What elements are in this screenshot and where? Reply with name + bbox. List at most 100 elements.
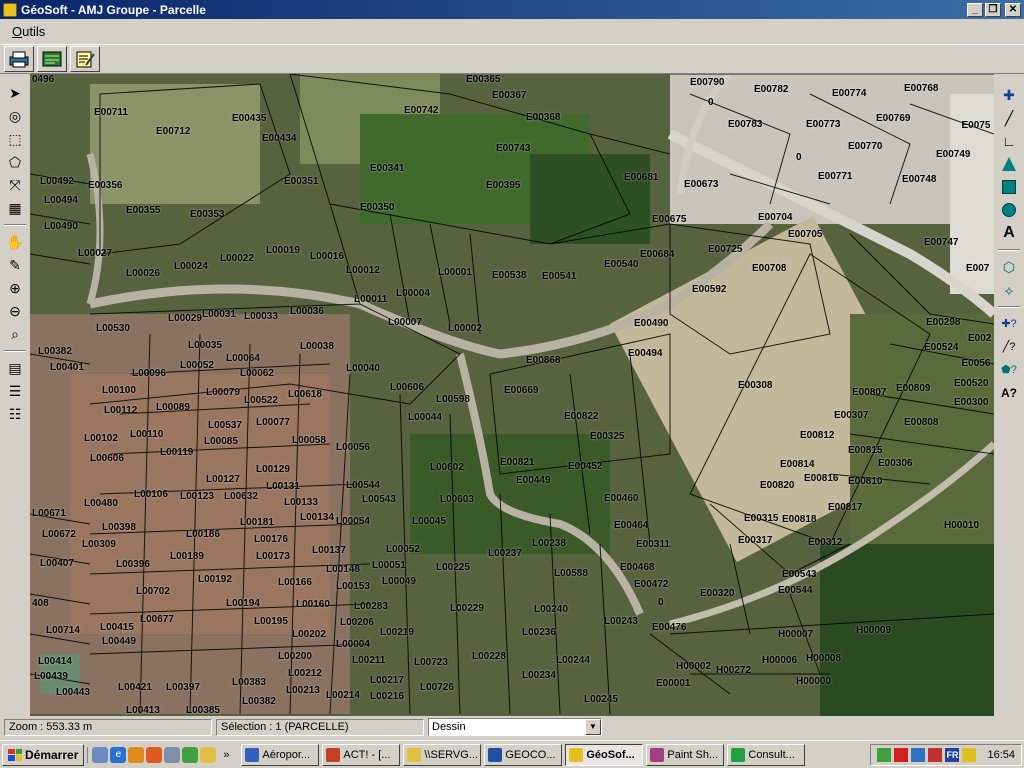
print-button[interactable]: [4, 46, 34, 72]
parcel-label[interactable]: E00774: [832, 88, 866, 99]
parcel-label[interactable]: L00283: [354, 601, 388, 612]
parcel-label[interactable]: L00229: [450, 603, 484, 614]
parcel-label[interactable]: E00476: [652, 622, 686, 633]
parcel-label[interactable]: E00449: [516, 475, 550, 486]
parcel-label[interactable]: L00492: [40, 176, 74, 187]
parcel-label[interactable]: L00166: [278, 577, 312, 588]
mode-select[interactable]: Dessin ▼: [428, 718, 602, 736]
acrobat-icon[interactable]: [928, 747, 943, 762]
parcel-label[interactable]: E00747: [924, 237, 958, 248]
parcel-label[interactable]: E00807: [852, 387, 886, 398]
parcel-label[interactable]: 0: [796, 152, 802, 163]
task-servg-folder[interactable]: \\SERVG...: [403, 743, 482, 766]
circle-select-button[interactable]: ◎: [3, 105, 27, 127]
parcel-label[interactable]: L00031: [202, 309, 236, 320]
parcel-label[interactable]: L00123: [180, 491, 214, 502]
pin-tool-button[interactable]: ✚: [997, 84, 1021, 106]
parcel-label[interactable]: L00181: [240, 517, 274, 528]
parcel-label[interactable]: L00480: [84, 498, 118, 509]
parcel-label[interactable]: L00632: [224, 491, 258, 502]
zoom-window-button[interactable]: ⌕: [3, 323, 27, 345]
parcel-label[interactable]: L00449: [102, 636, 136, 647]
task-act[interactable]: ACT! - [...: [322, 743, 401, 766]
show-desktop-icon[interactable]: [92, 746, 109, 763]
parcel-label[interactable]: E00308: [738, 380, 772, 391]
parcel-label[interactable]: E00355: [126, 205, 160, 216]
parcel-label[interactable]: L00079: [206, 387, 240, 398]
parcel-label[interactable]: E00320: [700, 588, 734, 599]
parcel-label[interactable]: L00606: [390, 382, 424, 393]
parcel-label[interactable]: L00192: [198, 574, 232, 585]
parcel-label[interactable]: E00708: [752, 263, 786, 274]
parcel-label[interactable]: E00311: [636, 539, 670, 550]
parcel-label[interactable]: E00464: [614, 520, 648, 531]
parcel-label[interactable]: E00540: [604, 259, 638, 270]
parcel-label[interactable]: L00189: [170, 551, 204, 562]
parcel-label[interactable]: E00782: [754, 84, 788, 95]
parcel-label[interactable]: L00522: [244, 395, 278, 406]
parcel-label[interactable]: L00058: [292, 435, 326, 446]
browser-icon[interactable]: [128, 746, 145, 763]
parcel-label[interactable]: E00817: [828, 502, 862, 513]
parcel-label[interactable]: L00439: [34, 671, 68, 682]
zoom-in-button[interactable]: ⊕: [3, 277, 27, 299]
parcel-label[interactable]: L00102: [84, 433, 118, 444]
app-icon[interactable]: [164, 746, 181, 763]
media-icon[interactable]: [182, 746, 199, 763]
parcel-label[interactable]: L00148: [326, 564, 360, 575]
parcel-label[interactable]: E00494: [628, 348, 662, 359]
messenger-icon[interactable]: [200, 746, 217, 763]
parcel-label[interactable]: E00468: [620, 562, 654, 573]
parcel-label[interactable]: L00234: [522, 670, 556, 681]
parcel-label[interactable]: L00537: [208, 420, 242, 431]
parcel-label[interactable]: E00769: [876, 113, 910, 124]
parcel-label[interactable]: E00783: [728, 119, 762, 130]
parcel-label[interactable]: L00385: [186, 705, 220, 716]
parcel-label[interactable]: L00004: [396, 288, 430, 299]
parcel-label[interactable]: L00173: [256, 551, 290, 562]
parcel-label[interactable]: L00119: [160, 447, 193, 458]
parcel-label[interactable]: L00077: [256, 417, 290, 428]
parcel-label[interactable]: E00771: [818, 171, 852, 182]
parcel-label[interactable]: E00669: [504, 385, 538, 396]
parcel-label[interactable]: E0056: [962, 358, 991, 369]
rectangle-tool-button[interactable]: [997, 176, 1021, 198]
parcel-label[interactable]: E00001: [656, 678, 690, 689]
parcel-label[interactable]: L00019: [266, 245, 300, 256]
parcel-label[interactable]: L00603: [440, 494, 474, 505]
task-geosoft[interactable]: GéoSof...: [565, 743, 644, 766]
parcel-label[interactable]: E00725: [708, 244, 742, 255]
parcel-label[interactable]: E00816: [804, 473, 838, 484]
parcel-label[interactable]: L00382: [38, 346, 72, 357]
parcel-label[interactable]: L00382: [242, 696, 276, 707]
parcel-label[interactable]: E00704: [758, 212, 792, 223]
parcel-label[interactable]: L00240: [534, 604, 568, 615]
parcel-label[interactable]: E00544: [778, 585, 812, 596]
parcel-label[interactable]: H00272: [716, 665, 751, 676]
parcel-label[interactable]: E00341: [370, 163, 404, 174]
more-quicklaunch-icon[interactable]: »: [218, 747, 234, 763]
parcel-label[interactable]: L00051: [372, 560, 406, 571]
parcel-label[interactable]: L00038: [300, 341, 334, 352]
parcel-label[interactable]: L00415: [100, 622, 134, 633]
parcel-label[interactable]: L00012: [346, 265, 380, 276]
parcel-label[interactable]: E00315: [744, 513, 778, 524]
parcel-label[interactable]: L00160: [296, 599, 330, 610]
parcel-label[interactable]: L00237: [488, 548, 522, 559]
parcel-label[interactable]: E00307: [834, 410, 868, 421]
parcel-label[interactable]: H00007: [778, 629, 813, 640]
maximize-button[interactable]: ❐: [985, 2, 1001, 17]
parcel-label[interactable]: E00520: [954, 378, 988, 389]
parcel-label[interactable]: E00298: [926, 317, 960, 328]
parcel-label[interactable]: L00027: [78, 248, 112, 259]
parcel-label[interactable]: L00397: [166, 682, 200, 693]
parcel-label[interactable]: L00129: [256, 464, 290, 475]
parcel-label[interactable]: L00195: [254, 616, 288, 627]
poly-select-button[interactable]: ⬠: [3, 151, 27, 173]
parcel-label[interactable]: L00544: [346, 480, 380, 491]
parcel-label[interactable]: L00243: [604, 616, 638, 627]
parcel-label[interactable]: L00004: [336, 639, 370, 650]
parcel-label[interactable]: H00002: [676, 661, 711, 672]
parcel-label[interactable]: L00244: [556, 655, 590, 666]
parcel-label[interactable]: L00530: [96, 323, 130, 334]
